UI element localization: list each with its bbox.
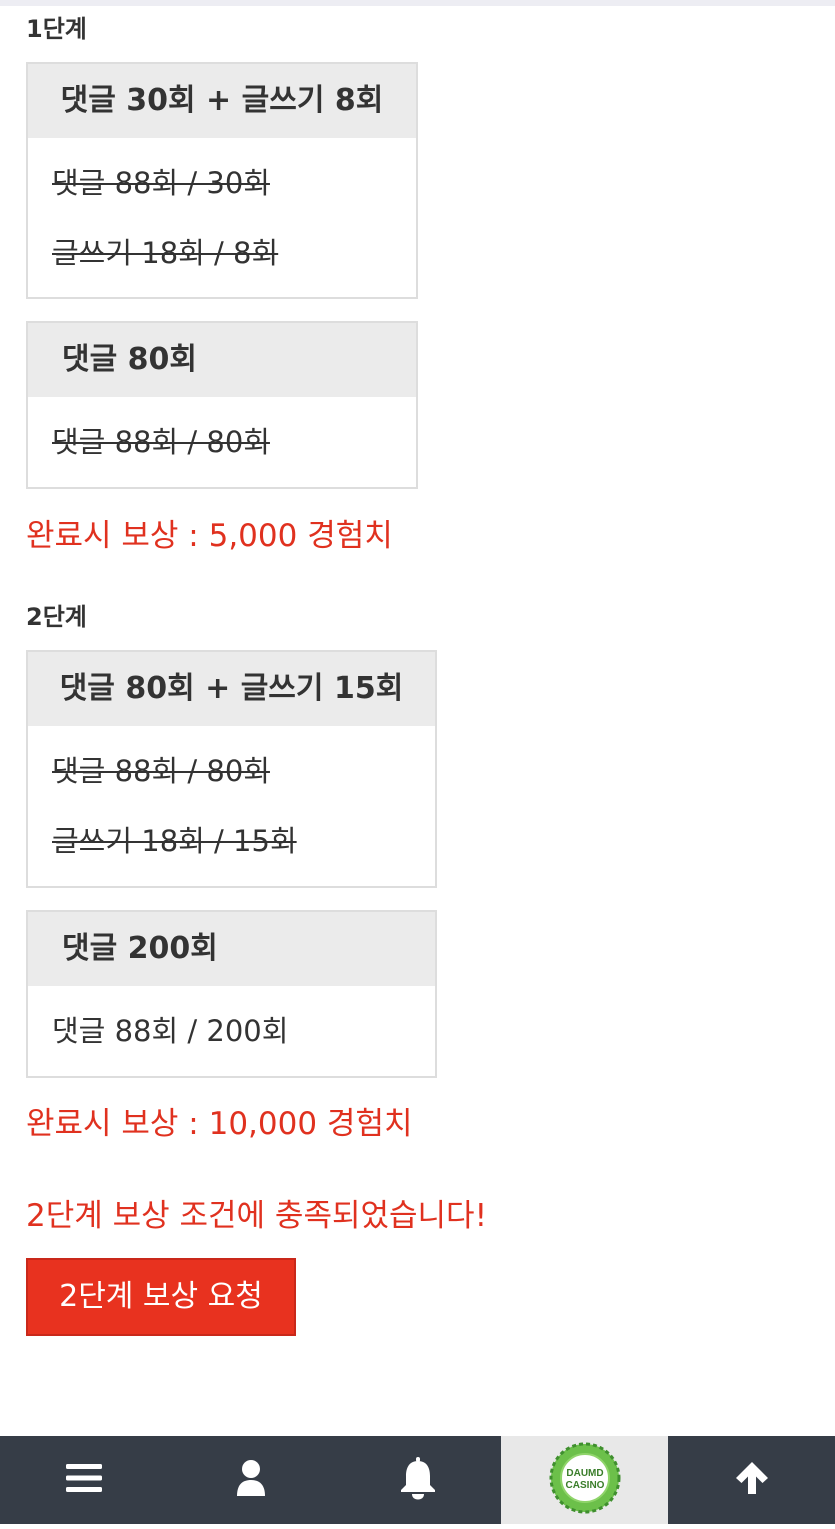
arrow-up-icon <box>733 1460 771 1500</box>
stage-2-mission-box-2: 댓글 200회 댓글 88회 / 200회 <box>26 910 437 1078</box>
user-icon <box>235 1459 267 1501</box>
request-reward-button[interactable]: 2단계 보상 요청 <box>26 1258 296 1336</box>
logo-button[interactable]: DAUMD CASINO <box>501 1436 668 1524</box>
stage-1-mission-box-1: 댓글 30회 + 글쓰기 8회 댓글 88회 / 30회 글쓰기 18회 / 8… <box>26 62 418 299</box>
stage-2-title: 2단계 <box>26 603 87 631</box>
reward-eligible-notice: 2단계 보상 조건에 충족되었습니다! <box>26 1198 487 1234</box>
stage-1-title: 1단계 <box>26 15 87 43</box>
stage-2-reward: 완료시 보상 : 10,000 경험치 <box>26 1106 413 1142</box>
scroll-top-button[interactable] <box>668 1436 835 1524</box>
mission-progress-post: 글쓰기 18회 / 15회 <box>52 824 297 858</box>
bell-icon <box>398 1456 438 1504</box>
mission-header: 댓글 80회 + 글쓰기 15회 <box>28 652 435 726</box>
bottom-nav: DAUMD CASINO <box>0 1436 835 1524</box>
stage-2-mission-box-1: 댓글 80회 + 글쓰기 15회 댓글 88회 / 80회 글쓰기 18회 / … <box>26 650 437 888</box>
mission-header: 댓글 80회 <box>28 323 416 397</box>
mission-progress-comment: 댓글 88회 / 80회 <box>52 754 270 788</box>
menu-button[interactable] <box>0 1436 167 1524</box>
mission-progress-comment: 댓글 88회 / 80회 <box>52 425 270 459</box>
profile-button[interactable] <box>167 1436 334 1524</box>
bottom-strip <box>0 1524 835 1529</box>
menu-icon <box>65 1462 103 1498</box>
mission-progress-post: 글쓰기 18회 / 8회 <box>52 236 279 270</box>
logo-text-2: CASINO <box>565 1480 604 1491</box>
daumd-casino-logo: DAUMD CASINO <box>549 1442 621 1518</box>
top-divider <box>0 0 835 6</box>
notification-button[interactable] <box>334 1436 501 1524</box>
mission-progress-comment: 댓글 88회 / 30회 <box>52 166 270 200</box>
mission-header: 댓글 30회 + 글쓰기 8회 <box>28 64 416 138</box>
logo-text-1: DAUMD <box>566 1468 603 1479</box>
mission-progress-comment: 댓글 88회 / 200회 <box>52 1014 289 1048</box>
stage-1-mission-box-2: 댓글 80회 댓글 88회 / 80회 <box>26 321 418 489</box>
stage-1-reward: 완료시 보상 : 5,000 경험치 <box>26 518 393 554</box>
mission-header: 댓글 200회 <box>28 912 435 986</box>
